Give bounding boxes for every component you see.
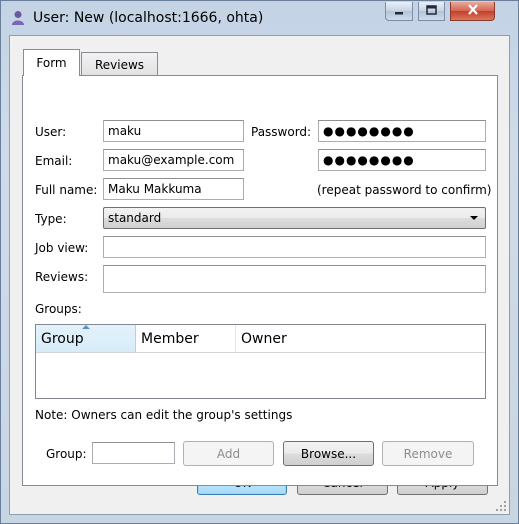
user-label: User: <box>35 125 67 139</box>
fullname-label: Full name: <box>35 183 98 197</box>
minimize-icon <box>394 4 404 18</box>
close-button[interactable] <box>450 2 495 21</box>
minimize-button[interactable] <box>385 2 413 21</box>
email-label: Email: <box>35 154 73 168</box>
group-input[interactable] <box>92 442 175 464</box>
close-icon <box>467 4 479 18</box>
column-header-member[interactable]: Member <box>136 325 236 353</box>
form-tab-panel: User: maku Password: ●●●●●●●● Email: mak… <box>22 75 498 486</box>
jobview-input[interactable] <box>103 236 486 258</box>
type-select-value: standard <box>108 211 162 225</box>
add-group-button[interactable]: Add <box>183 441 274 466</box>
column-header-owner[interactable]: Owner <box>236 325 485 353</box>
tab-form-label: Form <box>36 56 67 70</box>
column-header-member-label: Member <box>141 331 199 347</box>
groups-label: Groups: <box>35 302 82 316</box>
title-bar[interactable]: User: New (localhost:1666, ohta) <box>1 1 518 35</box>
type-label: Type: <box>35 212 67 226</box>
groups-table[interactable]: Group Member Owner <box>35 324 486 399</box>
user-dialog-window: User: New (localhost:1666, ohta) Form Re… <box>0 0 519 524</box>
user-input[interactable]: maku <box>103 120 244 142</box>
window-title: User: New (localhost:1666, ohta) <box>33 10 264 26</box>
column-header-group-label: Group <box>41 331 84 347</box>
tab-form[interactable]: Form <box>23 49 80 76</box>
dialog-client-area: Form Reviews User: maku Password: ●●●●●●… <box>9 35 510 515</box>
type-select[interactable]: standard <box>103 207 486 229</box>
password-input[interactable]: ●●●●●●●● <box>318 120 486 142</box>
confirm-hint: (repeat password to confirm) <box>317 183 492 197</box>
resize-grip-icon[interactable] <box>495 500 507 512</box>
chevron-down-icon <box>470 216 478 220</box>
sort-ascending-icon <box>82 325 90 329</box>
user-icon <box>10 10 26 26</box>
tab-reviews[interactable]: Reviews <box>81 52 158 76</box>
remove-group-button[interactable]: Remove <box>382 441 474 466</box>
maximize-button[interactable] <box>418 2 445 21</box>
reviews-label: Reviews: <box>35 270 89 284</box>
column-header-owner-label: Owner <box>241 331 287 347</box>
fullname-input[interactable]: Maku Makkuma <box>103 178 244 200</box>
email-input[interactable]: maku@example.com <box>103 149 244 171</box>
reviews-input[interactable] <box>103 265 486 293</box>
column-header-group[interactable]: Group <box>36 325 136 353</box>
tab-reviews-label: Reviews <box>94 57 145 72</box>
password-label: Password: <box>251 125 312 139</box>
group-label: Group: <box>46 447 87 461</box>
owners-note: Note: Owners can edit the group's settin… <box>35 408 293 422</box>
password-confirm-input[interactable]: ●●●●●●●● <box>318 149 486 171</box>
maximize-icon <box>426 4 437 18</box>
jobview-label: Job view: <box>35 241 89 255</box>
browse-groups-button[interactable]: Browse... <box>283 441 374 466</box>
